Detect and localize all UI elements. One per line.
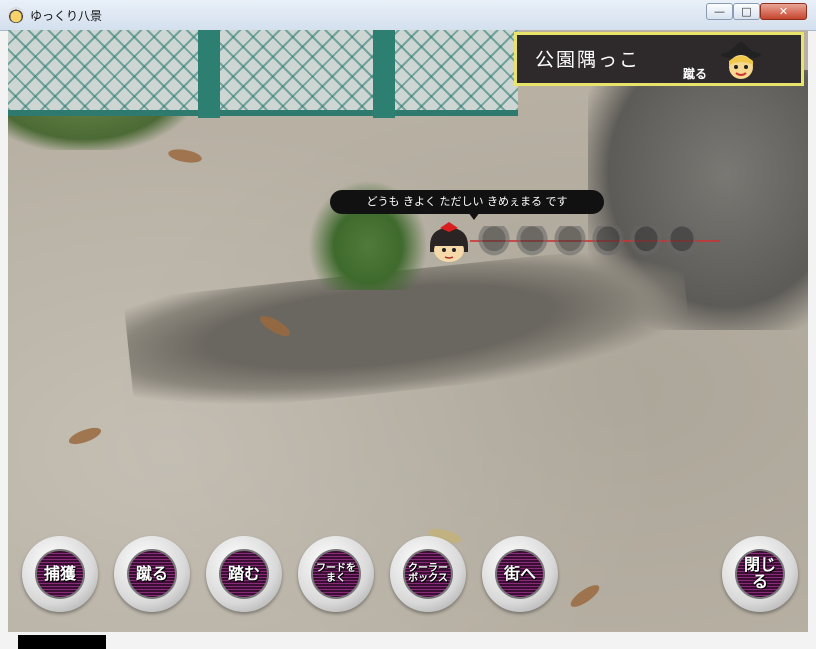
afterimage xyxy=(514,226,550,258)
location-name: 公園隅っこ xyxy=(535,49,641,71)
go-to-town-button-label: 街へ xyxy=(503,563,536,583)
minimize-icon: — xyxy=(714,5,725,18)
dead-leaf xyxy=(66,424,104,448)
button-face: クーラー ボックス xyxy=(403,549,453,599)
cooler-box-button-label: クーラー ボックス xyxy=(408,562,448,584)
close-window-button[interactable]: ✕ xyxy=(760,3,807,20)
kick-button-label: 蹴る xyxy=(135,563,168,583)
stomp-button[interactable]: 踏む xyxy=(206,536,282,612)
taskbar-fragment xyxy=(18,635,106,649)
window-title: ゆっくり八景 xyxy=(30,9,103,23)
afterimage xyxy=(552,226,588,258)
speech-bubble-tail xyxy=(468,212,480,220)
capture-button-label: 捕獲 xyxy=(43,563,76,583)
dead-leaf xyxy=(567,581,603,611)
location-panel: 公園隅っこ 蹴る xyxy=(514,32,804,86)
app-icon xyxy=(8,7,24,23)
minimize-button[interactable]: — xyxy=(706,3,733,20)
close-button[interactable]: 閉じる xyxy=(722,536,798,612)
afterimage xyxy=(590,226,626,258)
scatter-food-button[interactable]: フードを まく xyxy=(298,536,374,612)
button-face: 踏む xyxy=(219,549,269,599)
title-bar: ゆっくり八景 — □ ✕ xyxy=(0,0,816,31)
afterimage xyxy=(628,226,664,258)
speech-bubble: どうも きよく ただしい きめぇまる です xyxy=(330,190,604,214)
button-face: 街へ xyxy=(495,549,545,599)
reimu-yukkuri-icon[interactable] xyxy=(424,222,474,264)
maximize-button[interactable]: □ xyxy=(733,3,760,20)
button-face: 捕獲 xyxy=(35,549,85,599)
capture-button[interactable]: 捕獲 xyxy=(22,536,98,612)
close-icon: ✕ xyxy=(778,5,789,18)
stomp-button-label: 踏む xyxy=(227,563,260,583)
fence-post xyxy=(198,30,220,118)
close-button-label: 閉じる xyxy=(743,555,776,591)
button-face: 蹴る xyxy=(127,549,177,599)
go-to-town-button[interactable]: 街へ xyxy=(482,536,558,612)
button-face: フードを まく xyxy=(311,549,361,599)
afterimage xyxy=(664,226,700,258)
button-face: 閉じる xyxy=(735,549,785,599)
scatter-food-button-label: フードを まく xyxy=(316,562,356,584)
cooler-box-button[interactable]: クーラー ボックス xyxy=(390,536,466,612)
marisa-face-icon xyxy=(721,41,761,79)
kick-button[interactable]: 蹴る xyxy=(114,536,190,612)
maximize-icon: □ xyxy=(741,5,752,18)
chain-link-fence xyxy=(8,30,518,116)
fence-post xyxy=(373,30,395,118)
afterimage xyxy=(476,226,512,258)
location-action-tag: 蹴る xyxy=(683,67,708,81)
